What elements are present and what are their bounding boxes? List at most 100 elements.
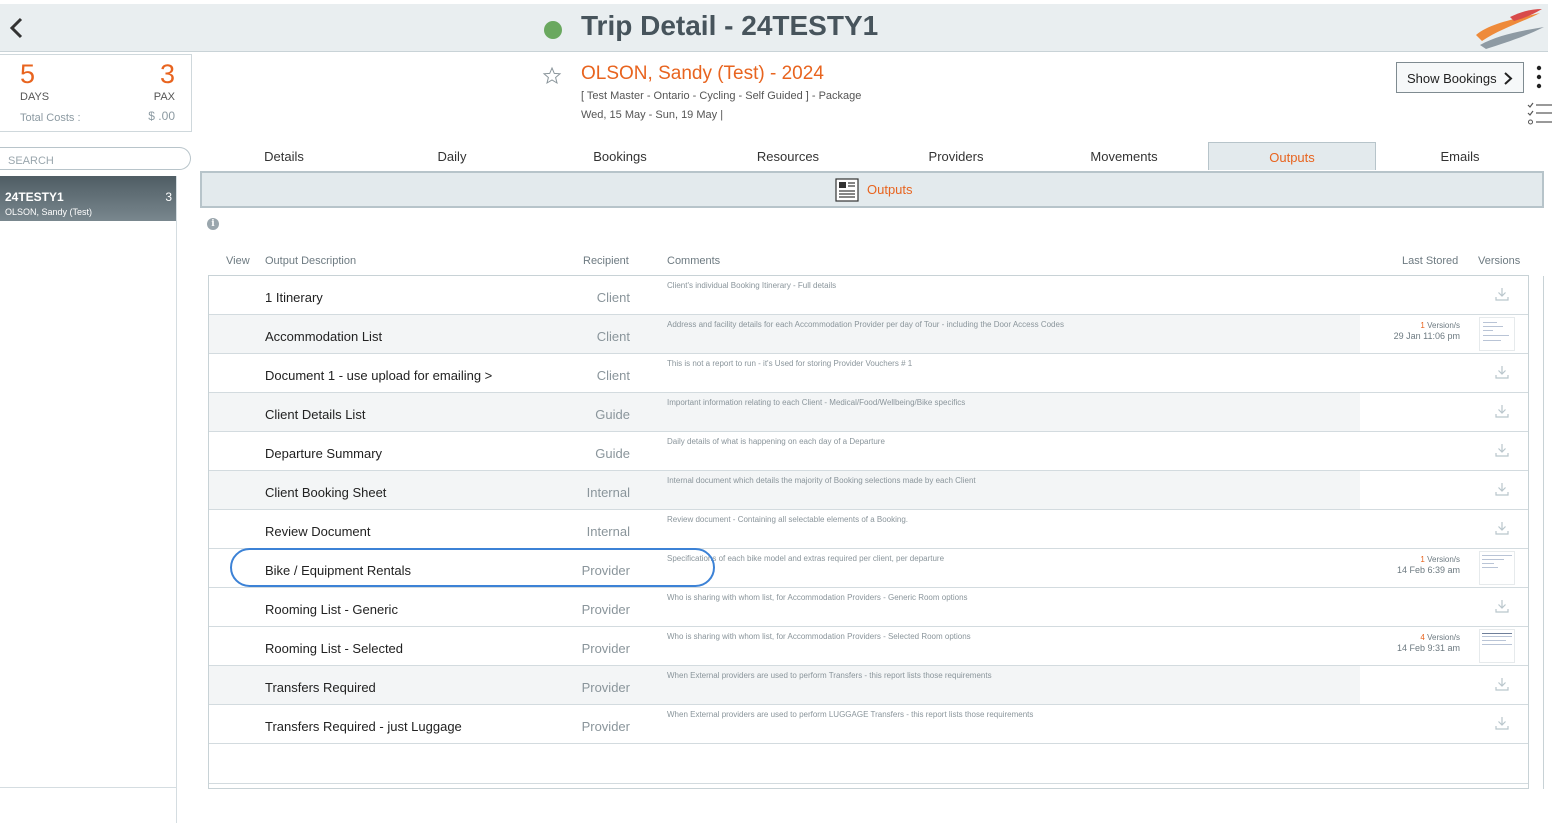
download-icon[interactable]: [1495, 599, 1509, 613]
output-description: Client Details List: [265, 407, 366, 422]
title-bar: Trip Detail - 24TESTY1: [0, 4, 1548, 52]
empty-row: [209, 744, 1528, 784]
scrollbar-track: [1543, 276, 1544, 789]
version-label: Version/s: [1427, 555, 1460, 564]
table-row[interactable]: Client Details List Guide Important info…: [209, 393, 1528, 432]
version-label: Version/s: [1427, 633, 1460, 642]
column-header-comments: Comments: [667, 255, 721, 267]
trip-code: 24TESTY1: [5, 190, 64, 204]
tab-daily[interactable]: Daily: [368, 142, 536, 170]
trip-list-item[interactable]: 24TESTY1 3 OLSON, Sandy (Test): [0, 176, 176, 221]
download-icon[interactable]: [1495, 716, 1509, 730]
document-thumbnail[interactable]: [1479, 317, 1515, 351]
page-title: Trip Detail - 24TESTY1: [581, 10, 879, 41]
output-description: Transfers Required - just Luggage: [265, 719, 462, 734]
output-description: Accommodation List: [265, 329, 383, 344]
download-icon[interactable]: [1495, 443, 1509, 457]
output-description: Rooming List - Selected: [265, 641, 404, 656]
output-description: Departure Summary: [265, 446, 383, 461]
days-value: 5: [20, 59, 36, 89]
output-description: 1 Itinerary: [265, 290, 323, 305]
tab-movements[interactable]: Movements: [1040, 142, 1208, 170]
column-header-view: View: [226, 255, 250, 267]
output-recipient: Client: [596, 368, 630, 383]
last-stored: 29 Jan 11:06 pm: [1393, 331, 1460, 341]
pax-value: 3: [159, 59, 175, 89]
brand-logo: [1476, 9, 1544, 49]
trip-summary: 5 DAYS 3 PAX Total Costs : $ .00: [0, 54, 192, 132]
show-bookings-label: Show Bookings: [1407, 71, 1497, 86]
table-row[interactable]: Accommodation List Client Address and fa…: [209, 315, 1528, 354]
table-row[interactable]: Document 1 - use upload for emailing > C…: [209, 354, 1528, 393]
output-comment: Address and facility details for each Ac…: [667, 320, 1064, 329]
output-recipient: Client: [596, 290, 630, 305]
output-recipient: Provider: [581, 641, 630, 656]
download-icon[interactable]: [1495, 287, 1509, 301]
output-comment: Important information relating to each C…: [667, 398, 966, 407]
download-icon[interactable]: [1495, 521, 1509, 535]
status-dot-icon: [544, 21, 562, 39]
document-thumbnail[interactable]: [1479, 629, 1515, 663]
version-label: Version/s: [1427, 321, 1460, 330]
download-icon[interactable]: [1495, 677, 1509, 691]
checklist-icon[interactable]: [1527, 102, 1553, 126]
tab-emails[interactable]: Emails: [1376, 142, 1544, 170]
tab-providers[interactable]: Providers: [872, 142, 1040, 170]
trip-pax-count: 3: [165, 190, 172, 204]
output-description: Review Document: [265, 524, 371, 539]
table-row[interactable]: Transfers Required Provider When Externa…: [209, 666, 1528, 705]
column-header-recipient: Recipient: [583, 255, 629, 267]
tab-outputs[interactable]: Outputs: [1208, 142, 1376, 170]
output-recipient: Internal: [586, 524, 630, 539]
days-label: DAYS: [20, 91, 50, 103]
download-icon[interactable]: [1495, 482, 1509, 496]
column-header-versions: Versions: [1478, 255, 1521, 267]
back-chevron-icon[interactable]: [6, 14, 28, 42]
column-header-last-stored: Last Stored: [1402, 255, 1459, 267]
star-icon[interactable]: [542, 66, 562, 86]
trip-list: 24TESTY1 3 OLSON, Sandy (Test): [0, 176, 177, 823]
column-header-description: Output Description: [265, 255, 357, 267]
pax-label: PAX: [153, 91, 175, 103]
outputs-subbar-label[interactable]: Outputs: [867, 182, 913, 197]
tab-bar: Details Daily Bookings Resources Provide…: [200, 142, 1544, 170]
outputs-document-icon: [835, 178, 859, 202]
last-stored: 14 Feb 6:39 am: [1396, 565, 1460, 575]
version-count: 4: [1420, 633, 1425, 642]
table-row[interactable]: Review Document Internal Review document…: [209, 510, 1528, 549]
table-row[interactable]: Transfers Required - just Luggage Provid…: [209, 705, 1528, 744]
document-thumbnail[interactable]: [1479, 551, 1515, 585]
tab-bookings[interactable]: Bookings: [536, 142, 704, 170]
kebab-icon[interactable]: [1534, 64, 1544, 90]
version-count: 1: [1420, 321, 1425, 330]
divider: [0, 787, 177, 788]
outputs-table: 1 Itinerary Client Client's individual B…: [208, 275, 1529, 789]
last-stored: 14 Feb 9:31 am: [1396, 643, 1460, 653]
table-row[interactable]: 1 Itinerary Client Client's individual B…: [209, 276, 1528, 315]
version-info: 1 Version/s 29 Jan 11:06 pm: [1394, 321, 1460, 341]
total-costs-value: $ .00: [148, 109, 175, 123]
chevron-right-icon: [1504, 72, 1513, 85]
table-row[interactable]: Bike / Equipment Rentals Provider Specif…: [209, 549, 1528, 588]
booking-title: OLSON, Sandy (Test) - 2024: [581, 63, 824, 84]
table-row[interactable]: Rooming List - Selected Provider Who is …: [209, 627, 1528, 666]
download-icon[interactable]: [1495, 404, 1509, 418]
tab-resources[interactable]: Resources: [704, 142, 872, 170]
output-recipient: Provider: [581, 602, 630, 617]
tab-details[interactable]: Details: [200, 142, 368, 170]
output-recipient: Guide: [595, 407, 630, 422]
show-bookings-button[interactable]: Show Bookings: [1396, 62, 1524, 93]
download-icon[interactable]: [1495, 365, 1509, 379]
search-input[interactable]: [0, 147, 191, 170]
output-description: Document 1 - use upload for emailing >: [265, 368, 493, 383]
output-recipient: Client: [596, 329, 630, 344]
version-count: 1: [1420, 555, 1425, 564]
output-description: Rooming List - Generic: [265, 602, 398, 617]
output-comment: This is not a report to run - it's Used …: [667, 359, 913, 368]
info-icon[interactable]: i: [207, 218, 219, 230]
table-row[interactable]: Client Booking Sheet Internal Internal d…: [209, 471, 1528, 510]
version-info: 4 Version/s 14 Feb 9:31 am: [1397, 633, 1460, 653]
table-row[interactable]: Rooming List - Generic Provider Who is s…: [209, 588, 1528, 627]
table-row[interactable]: Departure Summary Guide Daily details of…: [209, 432, 1528, 471]
output-description: Client Booking Sheet: [265, 485, 387, 500]
